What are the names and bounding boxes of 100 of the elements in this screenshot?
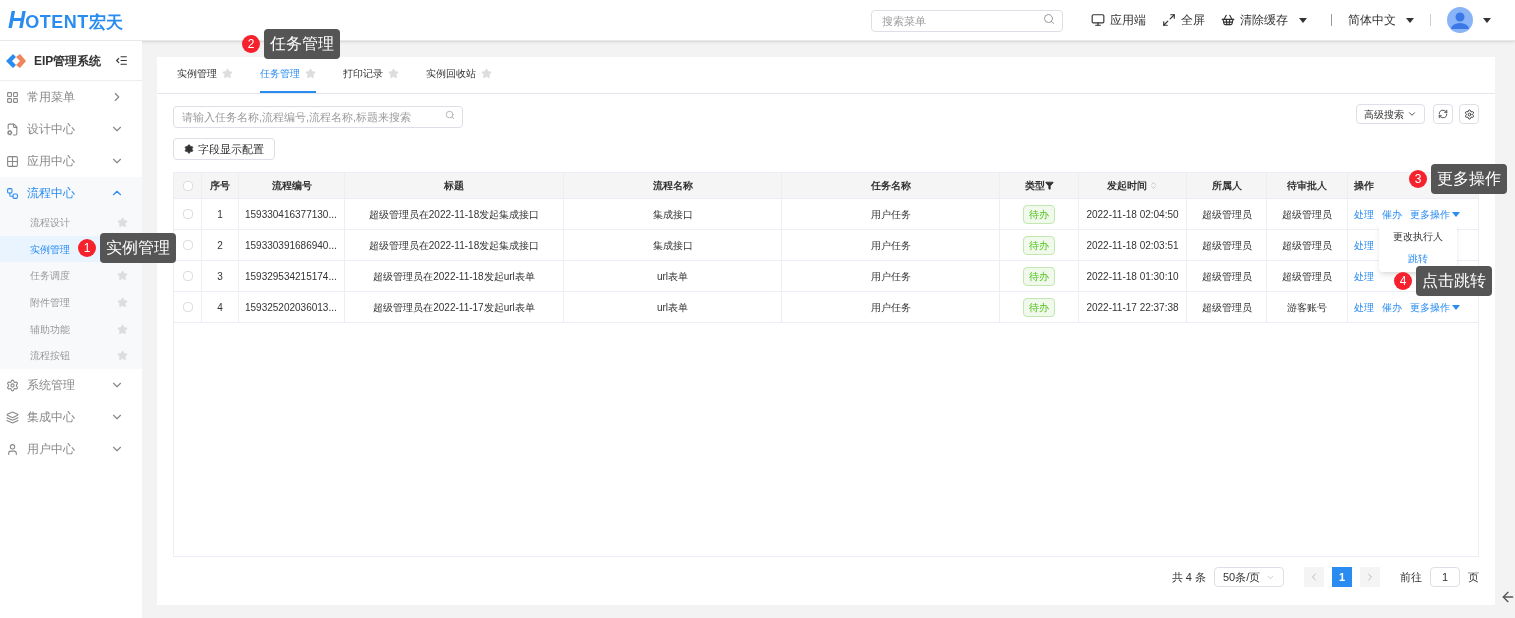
select-all-checkbox[interactable]: [182, 180, 193, 191]
table-cell-text: 超级管理员在2022-11-18发起集成接口: [368, 207, 540, 222]
star-icon[interactable]: [117, 216, 128, 228]
sidebar-item[interactable]: 流程中心: [0, 177, 142, 209]
sidebar-subitem[interactable]: 辅助功能: [0, 315, 142, 343]
tab[interactable]: 实例回收站: [426, 56, 492, 93]
sidebar-item[interactable]: 常用菜单: [0, 81, 142, 113]
action-link[interactable]: 催办: [1382, 206, 1402, 222]
task-search-field[interactable]: 请输入任务名称,流程编号,流程名称,标题来搜索: [173, 106, 463, 128]
tab[interactable]: 实例管理: [177, 56, 233, 93]
action-link[interactable]: 处理: [1354, 268, 1374, 284]
avatar-icon: [1447, 7, 1473, 33]
column-header: 流程名称: [652, 179, 693, 193]
settings-icon: [1463, 108, 1475, 120]
tab[interactable]: 打印记录: [343, 56, 399, 93]
table-cell-text: 超级管理员: [1201, 207, 1252, 222]
sidebar-subitem[interactable]: 流程按钮: [0, 342, 142, 370]
star-icon: [305, 68, 316, 79]
menu-item[interactable]: 更改执行人: [1379, 225, 1457, 247]
table-cell-text: 2: [217, 238, 223, 253]
action-link[interactable]: 处理: [1354, 299, 1374, 315]
table-cell-text: 159330391686940...: [245, 238, 337, 253]
star-icon[interactable]: [117, 350, 128, 362]
table-cell-text: 超级管理员: [1282, 238, 1332, 253]
gear-icon: [184, 144, 194, 154]
advanced-search-button[interactable]: 高级搜索: [1356, 104, 1425, 124]
page-suffix: 页: [1468, 569, 1479, 585]
back-arrow-icon[interactable]: [1500, 589, 1515, 605]
system-title: EIP管理系统: [34, 52, 103, 70]
action-link[interactable]: 处理: [1354, 206, 1374, 222]
logo: HOTENT宏天: [7, 5, 124, 35]
row-checkbox[interactable]: [182, 209, 193, 219]
table-cell-text: 超级管理员: [1282, 269, 1332, 284]
star-icon: [388, 68, 399, 79]
menu-icon: [6, 378, 19, 392]
table-cell-text: 超级管理员: [1201, 269, 1252, 284]
action-link[interactable]: 催办: [1382, 299, 1402, 315]
sidebar-subitem[interactable]: 附件管理: [0, 289, 142, 316]
menu-icon: [6, 442, 19, 456]
prev-page-button[interactable]: [1304, 567, 1324, 587]
callout-tooltip: 更多操作: [1431, 164, 1507, 194]
more-actions-link[interactable]: 更多操作: [1410, 206, 1460, 222]
logo-icon: [6, 53, 26, 68]
sidebar-item[interactable]: 应用中心: [0, 145, 142, 177]
caret-icon: [1299, 17, 1307, 23]
star-icon[interactable]: [117, 323, 128, 335]
sidebar-subitem[interactable]: 流程设计: [0, 209, 142, 236]
sidebar-item[interactable]: 设计中心: [0, 113, 142, 145]
table-cell-text: 159325202036013...: [245, 300, 337, 315]
filter-icon[interactable]: [1044, 181, 1054, 190]
menu-search-field[interactable]: 搜索菜单: [871, 10, 1063, 32]
row-checkbox[interactable]: [182, 271, 193, 281]
status-tag: 待办: [1023, 297, 1055, 317]
page-size-select[interactable]: 50条/页: [1214, 567, 1284, 587]
column-header: 待审批人: [1287, 179, 1327, 193]
refresh-button[interactable]: [1433, 104, 1453, 124]
sidebar-subitem[interactable]: 任务调度: [0, 262, 142, 290]
menu-collapse-icon[interactable]: [115, 54, 128, 67]
header-tool-button[interactable]: 清除缓存: [1221, 11, 1307, 29]
status-tag: 待办: [1023, 204, 1055, 224]
user-menu[interactable]: [1447, 7, 1491, 33]
field-config-button[interactable]: 字段显示配置: [173, 138, 275, 160]
table-cell-text: 2022-11-17 22:37:38: [1086, 300, 1179, 315]
table-cell-text: 游客账号: [1287, 300, 1327, 315]
star-icon[interactable]: [117, 296, 128, 308]
column-header: 类型: [1024, 179, 1045, 193]
column-header: 标题: [444, 179, 464, 193]
header-tool-button[interactable]: 全屏: [1162, 11, 1205, 29]
chevron-icon: [1407, 109, 1417, 119]
caret-icon: [1452, 211, 1460, 217]
page-button[interactable]: 1: [1332, 567, 1352, 587]
sidebar-item[interactable]: 用户中心: [0, 433, 142, 466]
more-actions-link[interactable]: 更多操作: [1410, 299, 1460, 315]
column-header: 序号: [210, 179, 230, 193]
table-cell-text: 用户任务: [870, 269, 911, 284]
caret-icon: [1483, 17, 1491, 23]
action-link[interactable]: 处理: [1354, 237, 1374, 253]
menu-item[interactable]: 跳转: [1379, 247, 1457, 269]
sidebar-item[interactable]: 集成中心: [0, 401, 142, 434]
step-badge: 2: [242, 35, 260, 53]
expand-icon: [1162, 13, 1176, 27]
table-cell-text: 超级管理员在2022-11-18发起url表单: [373, 269, 535, 284]
menu-icon: [6, 154, 19, 168]
table-cell-text: 2022-11-18 02:04:50: [1086, 207, 1179, 222]
column-header: 发起时间: [1107, 179, 1147, 193]
goto-page-field[interactable]: 1: [1430, 567, 1460, 587]
sort-icon[interactable]: [1149, 181, 1158, 190]
row-checkbox[interactable]: [182, 302, 193, 312]
language-select[interactable]: 简体中文: [1348, 11, 1414, 29]
header-tool-button[interactable]: 应用端: [1091, 11, 1146, 29]
row-checkbox[interactable]: [182, 240, 193, 250]
monitor-icon: [1091, 13, 1105, 27]
table-cell-text: 超级管理员: [1201, 238, 1252, 253]
sidebar-item[interactable]: 系统管理: [0, 369, 142, 402]
next-page-button[interactable]: [1360, 567, 1380, 587]
star-icon[interactable]: [117, 270, 128, 282]
settings-button[interactable]: [1459, 104, 1479, 124]
callout-tooltip: 任务管理: [264, 29, 340, 59]
table-cell-text: 超级管理员: [1201, 300, 1252, 315]
refresh-icon: [1438, 109, 1448, 119]
